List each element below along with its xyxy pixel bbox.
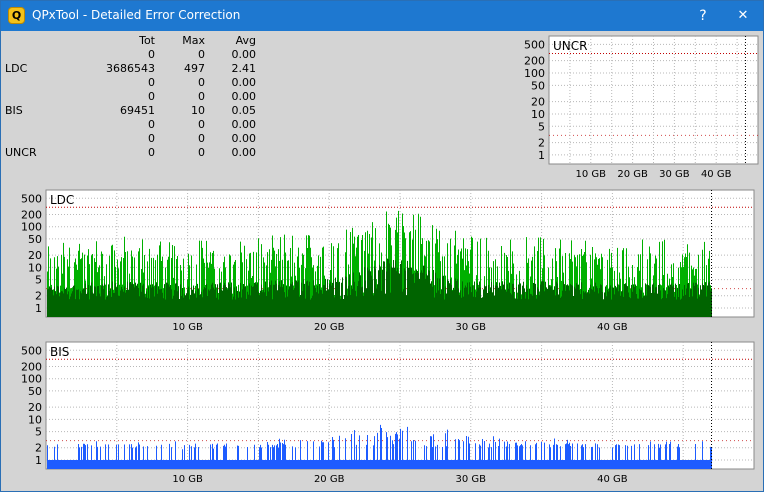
chart-title: UNCR — [553, 39, 587, 53]
stats-row: BIS 69451 10 0.05 — [5, 104, 265, 118]
y-tick-label: 10 — [531, 108, 545, 121]
y-tick-label: 500 — [524, 38, 545, 51]
y-tick-label: 50 — [28, 385, 42, 398]
y-tick-label: 10 — [28, 261, 42, 274]
y-tick-label: 20 — [531, 96, 545, 109]
y-tick-label: 100 — [524, 67, 545, 80]
y-tick-label: 100 — [21, 221, 42, 234]
ldc-chart: 1 2 5 10 20 50 100 200 500 10 GB 20 GB 30 GB 40 GB LD… — [3, 188, 761, 338]
chart-title: LDC — [50, 193, 74, 207]
y-tick-label: 500 — [21, 344, 42, 357]
stats-row: 0 0 0.00 — [5, 132, 265, 146]
x-tick-label: 40 GB — [597, 322, 628, 333]
stats-row-max: 0 — [198, 90, 205, 103]
y-tick-label: 20 — [28, 401, 42, 414]
uncr-chart-svg: 12 51020 50100200 500 10 GB 20 GB 30 GB 40 GB UN… — [524, 35, 759, 180]
stats-row-max: 0 — [198, 48, 205, 61]
y-tick-label: 5 — [35, 426, 42, 439]
stats-row-avg: 0.00 — [231, 118, 257, 131]
x-tick-label: 20 GB — [314, 322, 345, 333]
window-title: QPxTool - Detailed Error Correction — [32, 8, 241, 22]
y-tick-label: 1 — [35, 302, 42, 315]
header-tot: Tot — [139, 34, 155, 47]
stats-row: 0 0 0.00 — [5, 118, 265, 132]
y-tick-label: 200 — [21, 208, 42, 221]
stats-row: 0 0 0.00 — [5, 48, 265, 62]
stats-row-avg: 0.00 — [231, 132, 257, 145]
bis-chart: 1 2 5 10 20 50 100 200 500 10 GB 20 GB 30 GB 40 GB BI… — [3, 340, 761, 490]
stats-row-avg: 0.00 — [231, 90, 257, 103]
stats-row: LDC 3686543 497 2.41 — [5, 62, 265, 76]
x-tick-label: 20 GB — [617, 169, 648, 180]
y-tick-label: 50 — [28, 233, 42, 246]
stats-header-row: Tot Max Avg — [5, 34, 265, 48]
help-button[interactable]: ? — [684, 1, 722, 31]
stats-row-max: 0 — [198, 76, 205, 89]
stats-row-tot: 0 — [148, 132, 155, 145]
stats-row-tot: 0 — [148, 76, 155, 89]
stats-row: UNCR 0 0 0.00 — [5, 146, 265, 160]
y-tick-label: 100 — [21, 373, 42, 386]
x-tick-label: 10 GB — [172, 474, 203, 485]
y-tick-label: 2 — [35, 442, 42, 455]
stats-row-max: 10 — [191, 104, 205, 117]
x-tick-label: 20 GB — [314, 474, 345, 485]
stats-table: Tot Max Avg 0 0 0.00 LDC 3686543 497 2.41 0 0 0.0… — [5, 34, 265, 160]
ldc-chart-svg: 12 51020 50100200 500 10 GB 20 GB 30 GB 40 GB LD… — [21, 189, 755, 333]
stats-row-tot: 3686543 — [106, 62, 155, 75]
header-max: Max — [182, 34, 205, 47]
stats-row-avg: 0.00 — [231, 48, 257, 61]
y-tick-label: 500 — [21, 192, 42, 205]
stats-row-label: BIS — [5, 104, 23, 117]
y-tick-label: 5 — [35, 274, 42, 287]
stats-row-tot: 0 — [148, 48, 155, 61]
stats-row-label: UNCR — [5, 146, 37, 159]
y-tick-label: 2 — [538, 137, 545, 150]
stats-row-max: 497 — [184, 62, 205, 75]
stats-row-avg: 0.00 — [231, 146, 257, 159]
x-tick-label: 40 GB — [597, 474, 628, 485]
y-tick-label: 1 — [538, 149, 545, 162]
x-tick-label: 30 GB — [456, 322, 487, 333]
qpxtool-app-icon: Q — [8, 7, 25, 24]
header-avg: Avg — [235, 34, 256, 47]
x-tick-label: 10 GB — [172, 322, 203, 333]
y-tick-label: 1 — [35, 454, 42, 467]
title-bar[interactable]: Q QPxTool - Detailed Error Correction ? … — [1, 1, 763, 31]
stats-row-avg: 0.00 — [231, 76, 257, 89]
error-correction-window: Q QPxTool - Detailed Error Correction ? … — [0, 0, 764, 492]
stats-row-tot: 0 — [148, 118, 155, 131]
y-tick-label: 10 — [28, 413, 42, 426]
x-tick-label: 30 GB — [456, 474, 487, 485]
y-tick-label: 20 — [28, 249, 42, 262]
stats-row: 0 0 0.00 — [5, 90, 265, 104]
stats-row-max: 0 — [198, 132, 205, 145]
stats-row-tot: 69451 — [120, 104, 155, 117]
x-tick-label: 40 GB — [701, 169, 732, 180]
stats-row-tot: 0 — [148, 90, 155, 103]
y-tick-label: 5 — [538, 120, 545, 133]
x-tick-label: 30 GB — [659, 169, 690, 180]
uncr-chart: 1 2 5 10 20 50 100 200 500 10 GB 20 GB 30 GB 40 GB UN… — [524, 34, 760, 186]
stats-row-label: LDC — [5, 62, 28, 75]
stats-row-tot: 0 — [148, 146, 155, 159]
stats-row: 0 0 0.00 — [5, 76, 265, 90]
chart-title: BIS — [50, 345, 69, 359]
close-button[interactable]: ✕ — [724, 1, 762, 31]
x-tick-label: 10 GB — [576, 169, 607, 180]
y-tick-label: 2 — [35, 290, 42, 303]
stats-row-avg: 0.05 — [231, 104, 257, 117]
stats-row-max: 0 — [198, 146, 205, 159]
stats-row-avg: 2.41 — [231, 62, 257, 75]
y-tick-label: 50 — [531, 79, 545, 92]
stats-row-max: 0 — [198, 118, 205, 131]
bis-chart-svg: 12 51020 50100200 500 10 GB 20 GB 30 GB 40 GB BI… — [21, 341, 755, 485]
y-tick-label: 200 — [524, 55, 545, 68]
y-tick-label: 200 — [21, 360, 42, 373]
